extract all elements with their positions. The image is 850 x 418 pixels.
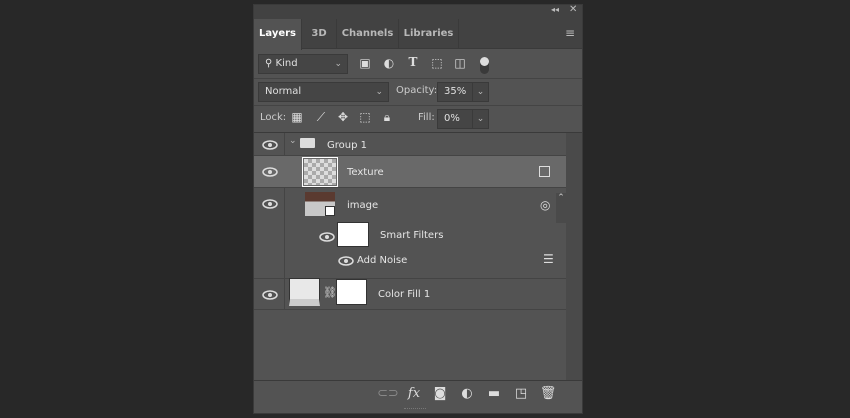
fx-layer-style-icon[interactable]: fx bbox=[405, 386, 423, 402]
eye-icon[interactable] bbox=[262, 290, 278, 300]
chevron-down-icon: ⌄ bbox=[334, 59, 342, 69]
lock-image-pixels-brush-icon[interactable]: ⟋ bbox=[314, 110, 328, 125]
filter-kind-value: Kind bbox=[275, 58, 298, 69]
collapse-filters-toggle[interactable]: ⌃ bbox=[556, 193, 566, 223]
opacity-value: 35% bbox=[444, 86, 467, 97]
layers-list: ⌄ Group 1 Texture image ◎ ⌃ Smart Filter… bbox=[254, 133, 582, 380]
smart-object-badge-icon bbox=[325, 206, 335, 216]
tab-channels[interactable]: Channels bbox=[337, 19, 399, 49]
type-layer-filter-icon[interactable]: T bbox=[405, 55, 421, 69]
lock-label: Lock: bbox=[260, 112, 287, 123]
blend-mode-select[interactable]: Normal ⌄ bbox=[258, 82, 389, 102]
delete-layer-trash-icon[interactable]: 🗑︎ bbox=[539, 386, 557, 402]
opacity-dropdown-button[interactable]: ⌄ bbox=[472, 83, 488, 101]
tab-libraries[interactable]: Libraries bbox=[399, 19, 459, 49]
scrollbar[interactable] bbox=[566, 133, 582, 380]
tab-bar: Layers 3D Channels Libraries ≡ bbox=[254, 19, 582, 50]
fill-label: Fill: bbox=[418, 112, 435, 123]
new-layer-icon[interactable]: ◳ bbox=[512, 386, 530, 402]
opacity-input[interactable]: 35% ⌄ bbox=[437, 82, 489, 102]
layer-row-color-fill[interactable]: ⛓ Color Fill 1 bbox=[254, 278, 566, 310]
lock-artboard-icon[interactable]: ⬚ bbox=[358, 110, 372, 124]
filter-blending-options-icon[interactable]: ☰ bbox=[543, 252, 554, 266]
fill-value: 0% bbox=[444, 113, 460, 124]
layer-name[interactable]: Texture bbox=[347, 167, 384, 178]
pixel-layer-filter-icon[interactable]: ▣ bbox=[357, 56, 373, 70]
eye-icon[interactable] bbox=[319, 232, 335, 242]
layers-panel: ◂◂ ✕ Layers 3D Channels Libraries ≡ ⚲ Ki… bbox=[253, 4, 583, 414]
close-icon[interactable]: ✕ bbox=[569, 4, 577, 15]
eye-icon[interactable] bbox=[262, 199, 278, 209]
divider bbox=[254, 105, 582, 106]
panel-title-bar: ◂◂ ✕ bbox=[254, 4, 582, 19]
layer-name[interactable]: image bbox=[347, 200, 378, 211]
chevron-down-icon: ⌄ bbox=[375, 87, 383, 97]
layer-name[interactable]: Group 1 bbox=[327, 140, 367, 151]
shape-layer-filter-icon[interactable]: ⬚ bbox=[429, 56, 445, 70]
fill-input[interactable]: 0% ⌄ bbox=[437, 109, 489, 129]
collapse-icon[interactable]: ◂◂ bbox=[551, 5, 559, 14]
fill-thumbnail bbox=[289, 278, 320, 306]
filter-toggle[interactable] bbox=[480, 57, 489, 74]
resize-grip[interactable] bbox=[404, 408, 426, 411]
fill-dropdown-button[interactable]: ⌄ bbox=[472, 110, 488, 128]
search-icon: ⚲ bbox=[265, 58, 273, 69]
layer-thumbnail bbox=[302, 157, 338, 187]
adjustment-layer-filter-icon[interactable]: ◐ bbox=[381, 56, 397, 70]
tab-3d[interactable]: 3D bbox=[302, 19, 337, 49]
filter-name[interactable]: Add Noise bbox=[357, 255, 407, 266]
smart-object-filter-icon[interactable]: ◫ bbox=[452, 56, 468, 70]
link-chain-icon[interactable]: ⛓ bbox=[323, 286, 337, 299]
eye-icon[interactable] bbox=[262, 167, 278, 177]
layer-row-texture[interactable]: Texture bbox=[254, 156, 566, 188]
lock-all-icon[interactable]: 🔒︎ bbox=[380, 110, 394, 125]
lock-transparent-pixels-icon[interactable]: ▦ bbox=[290, 110, 304, 124]
smart-filters-label[interactable]: Smart Filters bbox=[380, 230, 443, 241]
eye-icon[interactable] bbox=[262, 140, 278, 150]
smart-filter-mask-thumbnail bbox=[337, 222, 369, 247]
layers-bottom-toolbar: ⊂⊃ fx ◙ ◐ ▬ ◳ 🗑︎ bbox=[254, 380, 582, 406]
smart-filter-effects-icon: ◎ bbox=[540, 198, 551, 212]
new-group-folder-icon[interactable]: ▬ bbox=[485, 386, 503, 402]
new-adjustment-layer-icon[interactable]: ◐ bbox=[458, 386, 476, 402]
layer-row-group[interactable]: ⌄ Group 1 bbox=[254, 133, 566, 156]
blend-mode-value: Normal bbox=[265, 86, 302, 97]
opacity-label: Opacity: bbox=[396, 85, 438, 96]
panel-menu-icon[interactable]: ≡ bbox=[565, 26, 575, 40]
divider bbox=[254, 78, 582, 79]
clipping-mask-icon bbox=[539, 166, 550, 177]
add-mask-icon[interactable]: ◙ bbox=[431, 386, 449, 402]
layer-name[interactable]: Color Fill 1 bbox=[378, 289, 430, 300]
lock-position-move-icon[interactable]: ✥ bbox=[336, 110, 350, 124]
eye-icon[interactable] bbox=[338, 256, 354, 266]
chevron-down-icon[interactable]: ⌄ bbox=[289, 136, 297, 146]
layer-row-image[interactable]: image ◎ ⌃ Smart Filters Add Noise ☰ bbox=[254, 188, 566, 279]
folder-icon bbox=[300, 138, 315, 148]
filter-kind-select[interactable]: ⚲ Kind ⌄ bbox=[258, 54, 348, 74]
tab-layers[interactable]: Layers bbox=[254, 19, 302, 50]
link-layers-icon[interactable]: ⊂⊃ bbox=[377, 386, 399, 402]
layer-mask-thumbnail bbox=[336, 279, 367, 305]
